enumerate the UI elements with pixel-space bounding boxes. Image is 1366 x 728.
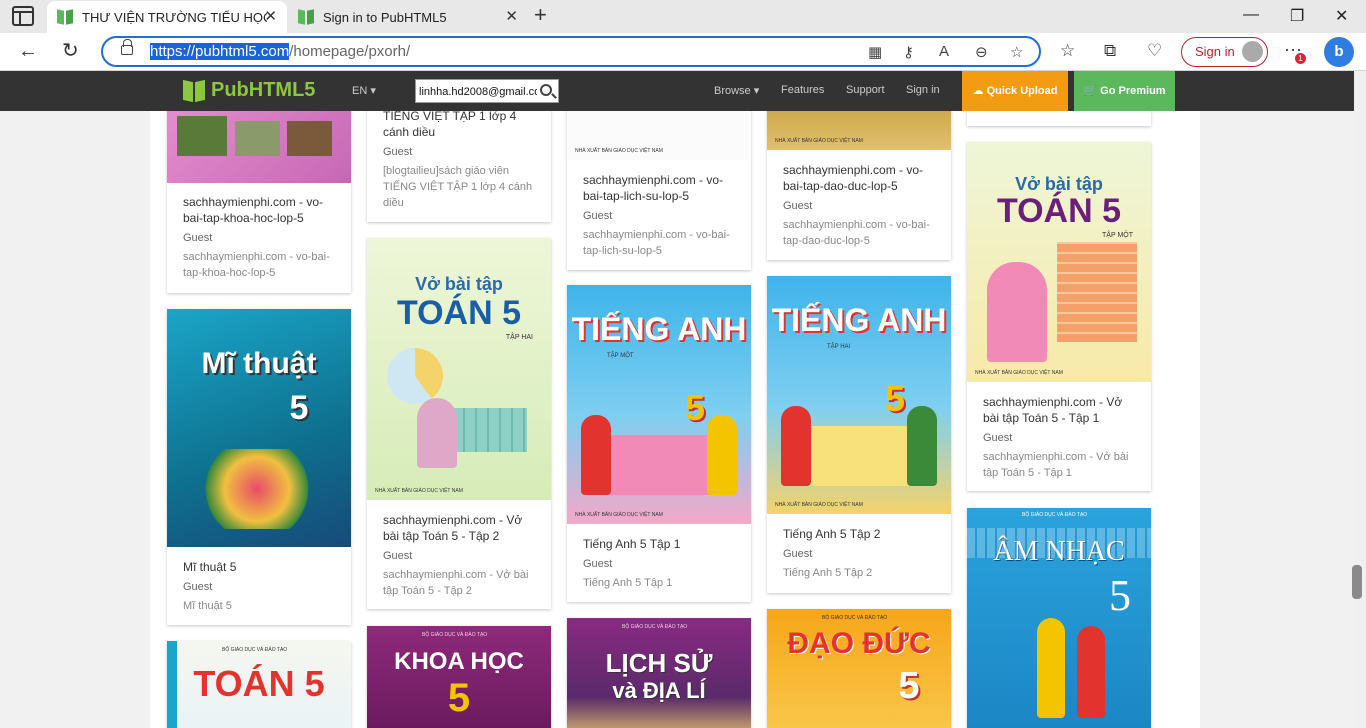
app-grid-icon[interactable]: ▦ xyxy=(868,43,882,61)
book-description: Mĩ thuật 5 xyxy=(183,600,232,612)
book-description: Tiếng Anh 5 Tập 1 xyxy=(583,577,673,589)
scrollbar-thumb[interactable] xyxy=(1352,565,1362,599)
profile-avatar-icon xyxy=(1242,41,1263,62)
book-card[interactable]: BỘ GIÁO DỤC VÀ ĐÀO TẠO ĐẠO ĐỨC 5 xyxy=(767,609,951,728)
zoom-icon[interactable]: ⊖ xyxy=(975,43,988,61)
refresh-icon[interactable]: ↻ xyxy=(62,40,79,62)
book-card[interactable]: BỘ GIÁO DỤC VÀ ĐÀO TẠO KHOA HỌC 5 xyxy=(367,626,551,728)
book-cover[interactable]: BỘ GIÁO DỤC VÀ ĐÀO TẠO ÂM NHẠC 5 xyxy=(967,508,1151,728)
book-title[interactable]: sachhaymienphi.com - vo-bai-tap-khoa-hoc… xyxy=(183,194,338,226)
book-card[interactable]: Mĩ thuật 5 Mĩ thuật 5 Guest Mĩ thuật 5 xyxy=(167,309,351,625)
book-title[interactable]: TIẾNG VIỆT TẬP 1 lớp 4 cánh diều xyxy=(383,108,538,140)
book-author: Guest xyxy=(583,558,613,570)
book-card[interactable]: TIẾNG VIỆT TẬP 1 lớp 4 cánh diều Guest [… xyxy=(367,96,551,222)
pubhtml5-favicon-icon xyxy=(57,9,73,25)
book-card[interactable]: NHÀ XUẤT BẢN GIÁO DỤC VIỆT NAM sachhaymi… xyxy=(767,96,951,260)
bing-chat-icon[interactable]: b xyxy=(1324,37,1354,67)
language-selector[interactable]: EN ▾ xyxy=(352,84,376,97)
read-aloud-icon[interactable]: A xyxy=(939,43,949,60)
browser-signin-button[interactable]: Sign in xyxy=(1181,37,1268,67)
tab-title: THƯ VIỆN TRƯỜNG TIỂU HỌC H... xyxy=(82,9,267,25)
browser-toolbar: ← ↻ https://pubhtml5.com/homepage/pxorh/… xyxy=(0,33,1366,71)
site-search-input[interactable] xyxy=(419,83,537,100)
nav-features[interactable]: Features xyxy=(781,84,824,96)
site-logo[interactable]: PubHTML5 xyxy=(183,79,315,102)
browser-tab-bar: THƯ VIỆN TRƯỜNG TIỂU HỌC H... ✕ Sign in … xyxy=(0,0,1366,33)
browser-tab-signin[interactable]: Sign in to PubHTML5 ✕ xyxy=(288,1,528,33)
book-card[interactable]: Vở bài tập TOÁN 5 TẬP MỘT NHÀ XUẤT BẢN G… xyxy=(967,142,1151,491)
book-cover[interactable]: Mĩ thuật 5 xyxy=(167,309,351,547)
book-description: sachhaymienphi.com - Vở bài tập Toán 5 -… xyxy=(983,451,1129,479)
book-cover[interactable]: BỘ GIÁO DỤC VÀ ĐÀO TẠO LỊCH SỬ và ĐỊA LÍ xyxy=(567,618,751,728)
book-title[interactable]: Tiếng Anh 5 Tập 2 xyxy=(783,526,938,542)
site-header: PubHTML5 EN ▾ Browse ▾ Features Support … xyxy=(0,71,1354,111)
book-author: Guest xyxy=(183,581,213,593)
nav-browse[interactable]: Browse ▾ xyxy=(714,84,759,97)
book-description: sachhaymienphi.com - Vở bài tập Toán 5 -… xyxy=(383,569,529,597)
key-icon[interactable]: ⚷ xyxy=(903,43,914,61)
restore-icon[interactable]: ❐ xyxy=(1290,6,1304,26)
search-icon[interactable] xyxy=(540,84,552,96)
book-card[interactable]: NHÀ XUẤT BẢN GIÁO DỤC VIỆT NAM sachhaymi… xyxy=(567,96,751,270)
book-description: sachhaymienphi.com - vo-bai-tap-dao-duc-… xyxy=(783,219,930,247)
book-card[interactable]: BỘ GIÁO DỤC VÀ ĐÀO TẠO LỊCH SỬ và ĐỊA LÍ xyxy=(567,618,751,728)
url-text[interactable]: https://pubhtml5.com/homepage/pxorh/ xyxy=(150,43,410,60)
book-card[interactable]: Vở bài tập TOÁN 5 TẬP HAI NHÀ XUẤT BẢN G… xyxy=(367,238,551,609)
book-title[interactable]: sachhaymienphi.com - vo-bai-tap-dao-duc-… xyxy=(783,162,938,194)
page-scrollbar[interactable] xyxy=(1354,71,1366,728)
book-title[interactable]: sachhaymienphi.com - Vở bài tập Toán 5 -… xyxy=(383,512,538,544)
book-author: Guest xyxy=(183,232,213,244)
book-card[interactable]: TIẾNG ANH TẬP MỘT 5 NHÀ XUẤT BẢN GIÁO DỤ… xyxy=(567,285,751,602)
site-search-box xyxy=(415,79,559,103)
tab-actions-icon[interactable] xyxy=(12,6,34,26)
pubhtml5-logo-icon xyxy=(183,80,205,102)
nav-support[interactable]: Support xyxy=(846,84,885,96)
new-tab-icon[interactable]: + xyxy=(534,4,547,26)
book-title[interactable]: Tiếng Anh 5 Tập 1 xyxy=(583,536,738,552)
go-premium-button[interactable]: 🛒 Go Premium xyxy=(1074,71,1175,111)
book-author: Guest xyxy=(583,210,613,222)
notification-badge: 1 xyxy=(1295,53,1306,64)
book-cover[interactable]: Vở bài tập TOÁN 5 TẬP MỘT NHÀ XUẤT BẢN G… xyxy=(967,142,1151,382)
book-description: sachhaymienphi.com - vo-bai-tap-khoa-hoc… xyxy=(183,251,330,279)
close-window-icon[interactable]: ✕ xyxy=(1335,6,1348,26)
book-cover[interactable]: BỘ GIÁO DỤC VÀ ĐÀO TẠO KHOA HỌC 5 xyxy=(367,626,551,728)
close-tab-icon[interactable]: ✕ xyxy=(264,9,277,25)
book-cover[interactable]: BỘ GIÁO DỤC VÀ ĐÀO TẠO TOÁN 5 xyxy=(167,641,351,728)
book-card[interactable]: BỘ GIÁO DỤC VÀ ĐÀO TẠO ÂM NHẠC 5 xyxy=(967,508,1151,728)
favorite-add-icon[interactable]: ☆ xyxy=(1010,43,1023,61)
pubhtml5-favicon-icon xyxy=(298,9,314,25)
performance-icon[interactable]: ♡ xyxy=(1147,41,1162,61)
back-icon[interactable]: ← xyxy=(18,40,38,62)
book-cover[interactable]: TIẾNG ANH TẬP MỘT 5 NHÀ XUẤT BẢN GIÁO DỤ… xyxy=(567,285,751,524)
nav-signin[interactable]: Sign in xyxy=(906,84,940,96)
minimize-icon[interactable]: — xyxy=(1243,6,1259,24)
book-author: Guest xyxy=(383,550,413,562)
quick-upload-button[interactable]: ☁ Quick Upload xyxy=(962,71,1068,111)
book-card[interactable]: sachhaymienphi.com - vo-bai-tap-khoa-hoc… xyxy=(167,96,351,293)
book-description: sachhaymienphi.com - vo-bai-tap-lich-su-… xyxy=(583,229,730,257)
book-author: Guest xyxy=(783,200,813,212)
address-bar[interactable]: https://pubhtml5.com/homepage/pxorh/ ▦ ⚷… xyxy=(101,36,1041,67)
book-author: Guest xyxy=(983,432,1013,444)
book-title[interactable]: Mĩ thuật 5 xyxy=(183,559,338,575)
tab-title: Sign in to PubHTML5 xyxy=(323,9,447,25)
book-title[interactable]: sachhaymienphi.com - Vở bài tập Toán 5 -… xyxy=(983,394,1138,426)
close-tab-icon[interactable]: ✕ xyxy=(505,9,518,25)
collections-icon[interactable]: ⧉ xyxy=(1104,41,1116,61)
book-cover[interactable]: BỘ GIÁO DỤC VÀ ĐÀO TẠO ĐẠO ĐỨC 5 xyxy=(767,609,951,728)
book-description: Tiếng Anh 5 Tập 2 xyxy=(783,567,873,579)
book-author: Guest xyxy=(383,146,413,158)
browser-tab-library[interactable]: THƯ VIỆN TRƯỜNG TIỂU HỌC H... ✕ xyxy=(47,1,287,33)
book-card[interactable]: TIẾNG ANH TẬP HAI 5 NHÀ XUẤT BẢN GIÁO DỤ… xyxy=(767,276,951,593)
book-description: [blogtailieu]sách giáo viên TIẾNG VIỆT T… xyxy=(383,165,533,209)
book-cover[interactable]: TIẾNG ANH TẬP HAI 5 NHÀ XUẤT BẢN GIÁO DỤ… xyxy=(767,276,951,514)
book-card[interactable]: BỘ GIÁO DỤC VÀ ĐÀO TẠO TOÁN 5 xyxy=(167,641,351,728)
book-author: Guest xyxy=(783,548,813,560)
book-title[interactable]: sachhaymienphi.com - vo-bai-tap-lich-su-… xyxy=(583,172,738,204)
lock-icon xyxy=(121,39,133,55)
book-cover[interactable]: Vở bài tập TOÁN 5 TẬP HAI NHÀ XUẤT BẢN G… xyxy=(367,238,551,500)
favorites-icon[interactable]: ☆ xyxy=(1060,41,1075,61)
